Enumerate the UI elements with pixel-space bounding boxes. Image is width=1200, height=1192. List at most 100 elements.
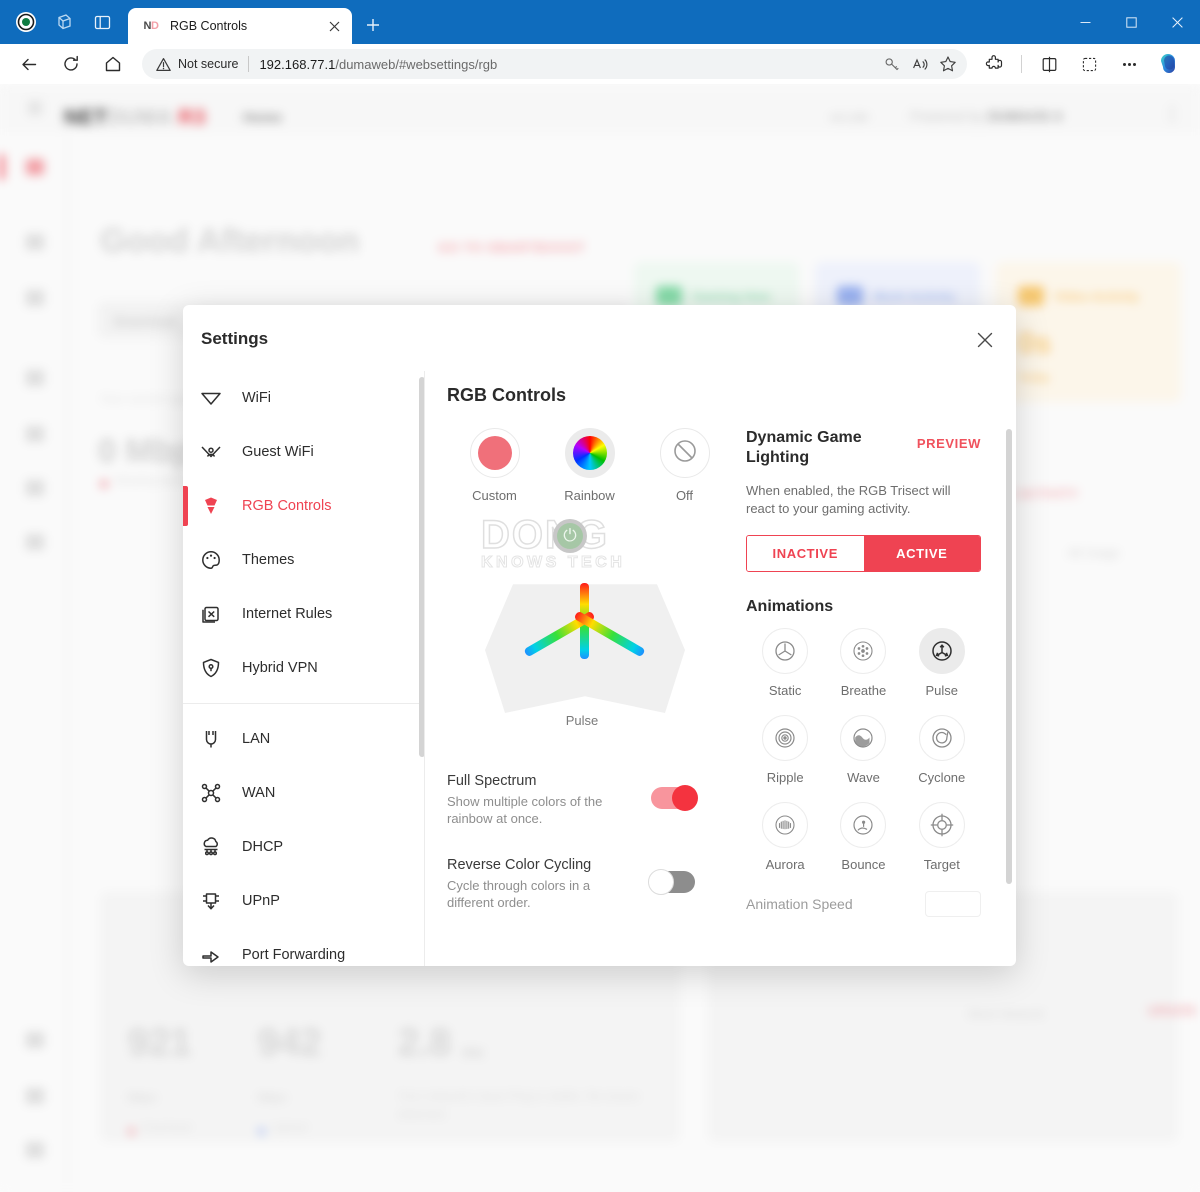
animation-pulse[interactable]: Pulse	[903, 627, 981, 698]
download-stat-unit: Mbps	[128, 1092, 157, 1104]
animation-target[interactable]: Target	[903, 801, 981, 872]
tab-layout-icon[interactable]	[86, 6, 118, 38]
read-aloud-icon[interactable]	[907, 51, 933, 77]
sidebar-item-label: RGB Controls	[242, 498, 332, 514]
browser-tab[interactable]: ND RGB Controls	[128, 8, 352, 44]
favorite-star-icon[interactable]	[935, 51, 961, 77]
animation-wave[interactable]: Wave	[824, 714, 902, 785]
sidebar-item-settings[interactable]	[26, 1142, 44, 1158]
router-overflow-menu-icon[interactable]: ⋮	[1163, 104, 1181, 125]
off-circle-icon	[670, 436, 700, 471]
card-video-activity[interactable]: Video Activity 0s Today	[996, 262, 1181, 402]
sidebar-item-qos[interactable]	[26, 290, 44, 306]
menu-hamburger-icon[interactable]	[28, 102, 42, 114]
dynamic-game-lighting-header: Dynamic Game Lighting PREVIEW	[746, 428, 981, 469]
sidebar-item-support[interactable]	[26, 1032, 44, 1048]
toolbar-right-actions	[975, 47, 1192, 81]
preview-button[interactable]: PREVIEW	[917, 436, 981, 451]
content-scrollbar[interactable]	[1006, 429, 1012, 884]
tab-download[interactable]: Download	[114, 314, 176, 329]
wan-icon	[200, 781, 230, 805]
sidebar-active-marker	[0, 154, 4, 180]
animation-label: Static	[768, 682, 802, 698]
address-bar-divider	[248, 56, 250, 72]
usage-filter-select[interactable]: All Usage	[1068, 544, 1178, 568]
window-minimize-button[interactable]	[1062, 0, 1108, 44]
key-icon[interactable]	[879, 51, 905, 77]
back-arrow-icon[interactable]	[12, 47, 46, 81]
address-bar[interactable]: Not secure 192.168.77.1/dumaweb/#websett…	[142, 49, 967, 79]
sidebar-item-hybrid-vpn[interactable]: Hybrid VPN	[183, 641, 424, 695]
sidebar-item-info[interactable]	[26, 534, 44, 550]
aurora-icon	[762, 801, 809, 848]
sidebar-item-wifi[interactable]: WiFi	[183, 371, 424, 425]
tab-close-icon[interactable]	[322, 14, 346, 38]
sidebar-item-port-forwarding[interactable]: Port Forwarding	[183, 928, 424, 966]
animation-aurora[interactable]: Aurora	[746, 801, 824, 872]
sidebar-item-traffic[interactable]	[26, 480, 44, 496]
preset-custom[interactable]: Custom	[447, 428, 542, 503]
reverse-color-cycling-toggle[interactable]	[648, 869, 695, 896]
url-host: 192.168.77.1	[259, 56, 336, 72]
animation-cyclone[interactable]: Cyclone	[903, 714, 981, 785]
router-nav-home[interactable]: Home	[243, 109, 282, 125]
animation-breathe[interactable]: Breathe	[824, 627, 902, 698]
sidebar-item-themes[interactable]: Themes	[183, 533, 424, 587]
sidebar-item-upnp[interactable]: UPnP	[183, 874, 424, 928]
update-label[interactable]: UPDATE	[1148, 1004, 1196, 1018]
animation-label: Cyclone	[918, 769, 966, 785]
copilot-icon[interactable]	[1152, 47, 1186, 81]
full-spectrum-toggle[interactable]	[651, 785, 698, 811]
window-controls	[1062, 0, 1200, 44]
page-viewport: NETDUMA R3 Home v4.1.6H Powered by DUMAO…	[0, 84, 1200, 1192]
animation-label: Wave	[847, 769, 880, 785]
sidebar-item-devices[interactable]	[26, 426, 44, 442]
dhcp-icon	[200, 835, 230, 859]
wifi-icon	[200, 386, 230, 410]
animation-bounce[interactable]: Bounce	[824, 801, 902, 872]
router-sidebar	[0, 132, 68, 1192]
sidebar-item-geofilter[interactable]	[26, 234, 44, 250]
tab-collections-icon[interactable]	[48, 6, 80, 38]
sidebar-item-dhcp[interactable]: DHCP	[183, 820, 424, 874]
more-options-icon[interactable]	[1112, 47, 1146, 81]
preset-off[interactable]: Off	[637, 428, 732, 503]
refresh-icon[interactable]	[54, 47, 88, 81]
page-title: RGB Controls	[447, 385, 566, 405]
preset-label: Custom	[472, 488, 517, 503]
sidebar-item-lan[interactable]: LAN	[183, 712, 424, 766]
home-icon[interactable]	[96, 47, 130, 81]
upload-stat-dot	[258, 1128, 265, 1135]
dong-knows-tech-watermark: DONG KNOWS TECH ⏻	[480, 512, 701, 585]
settings-modal: Settings WiFi Guest WiFi RGB Controls Th…	[183, 305, 1016, 966]
browser-profile-icon[interactable]	[10, 6, 42, 38]
sidebar-item-guest-wifi[interactable]: Guest WiFi	[183, 425, 424, 479]
sidebar-item-rgb-controls[interactable]: RGB Controls	[183, 479, 424, 533]
preset-rainbow[interactable]: Rainbow	[542, 428, 637, 503]
screenshot-icon[interactable]	[1072, 47, 1106, 81]
mesh-network-label: Mesh Network	[968, 1007, 1045, 1021]
animation-static[interactable]: Static	[746, 627, 824, 698]
upload-stat-unit: Mbps	[258, 1092, 287, 1104]
setting-text: Reverse Color Cycling Cycle through colo…	[447, 857, 637, 911]
sidebar-item-label: Port Forwarding	[242, 947, 346, 963]
split-screen-icon[interactable]	[1032, 47, 1066, 81]
settings-content: RGB Controls Custom Rainbow Off DONG KNO…	[425, 371, 1016, 966]
sidebar-item-network-monitor[interactable]	[26, 370, 44, 386]
sidebar-item-boost[interactable]	[26, 1088, 44, 1104]
sidebar-item-label: Internet Rules	[242, 606, 333, 622]
settings-nav-scroll: WiFi Guest WiFi RGB Controls Themes Inte…	[183, 371, 424, 966]
sidebar-item-wan[interactable]: WAN	[183, 766, 424, 820]
animation-speed-input[interactable]	[925, 890, 981, 917]
window-close-button[interactable]	[1154, 0, 1200, 44]
sidebar-item-internet-rules[interactable]: Internet Rules	[183, 587, 424, 641]
dgl-active-button[interactable]: ACTIVE	[863, 535, 980, 571]
dgl-inactive-button[interactable]: INACTIVE	[747, 535, 864, 571]
animation-ripple[interactable]: Ripple	[746, 714, 824, 785]
window-maximize-button[interactable]	[1108, 0, 1154, 44]
go-to-smartboost-link[interactable]: GO TO SMARTBOOST	[438, 240, 585, 255]
new-tab-button[interactable]	[356, 8, 390, 42]
extensions-icon[interactable]	[977, 47, 1011, 81]
close-icon[interactable]	[972, 327, 998, 353]
sidebar-item-home[interactable]	[26, 159, 44, 175]
